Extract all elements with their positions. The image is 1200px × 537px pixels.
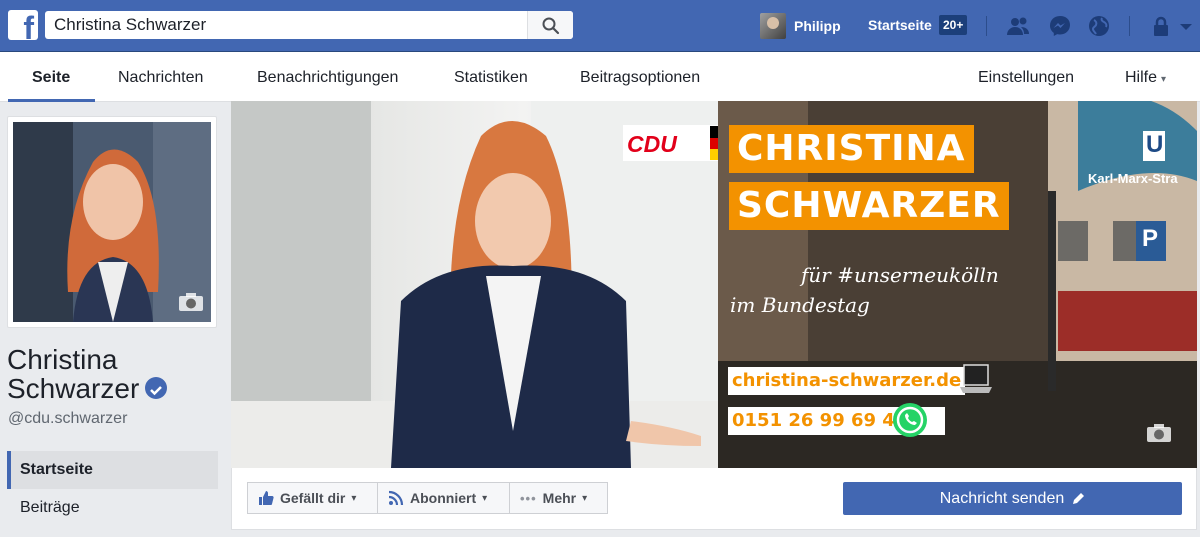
help-label: Hilfe [1125, 69, 1158, 86]
divider [986, 16, 987, 36]
chevron-down-icon: ▾ [582, 492, 588, 504]
whatsapp-icon [893, 403, 927, 437]
cdu-logo: CDU [623, 125, 719, 161]
tab-notifications[interactable]: Benachrichtigungen [257, 69, 398, 87]
more-button[interactable]: ••• Mehr ▾ [509, 482, 608, 514]
like-label: Gefällt dir [280, 490, 346, 506]
rss-icon [388, 490, 404, 506]
send-message-button[interactable]: Nachricht senden [843, 482, 1182, 515]
verified-badge-icon [145, 377, 168, 399]
cover-tagline-2: im Bundestag [730, 293, 870, 317]
page-action-bar: Gefällt dir ▾ Abonniert ▾ ••• Mehr ▾ Nac… [231, 468, 1197, 530]
tab-settings[interactable]: Einstellungen [978, 69, 1074, 87]
search-input[interactable] [45, 11, 525, 39]
home-notification-badge: 20+ [939, 15, 968, 35]
thumbs-up-icon [259, 491, 274, 505]
profile-picture[interactable] [7, 116, 217, 328]
more-dots-icon: ••• [520, 490, 537, 506]
page-title[interactable]: Christina Schwarzer [7, 344, 168, 404]
sidebar-item-home[interactable]: Startseite [7, 451, 218, 489]
chevron-down-icon: ▾ [1161, 74, 1167, 85]
page-title-line1: Christina [7, 344, 118, 375]
cdu-logo-text: CDU [627, 131, 677, 157]
facebook-logo-letter: f [23, 10, 34, 46]
like-button[interactable]: Gefällt dir ▾ [247, 482, 378, 514]
page-admin-nav: Seite Nachrichten Benachrichtigungen Sta… [0, 52, 1200, 102]
divider [1129, 16, 1130, 36]
user-profile-link[interactable]: Philipp [760, 12, 841, 40]
cover-photo[interactable]: CDU U Karl-Marx-Stra P CHRISTINA SCHWARZ… [231, 101, 1197, 468]
tab-page[interactable]: Seite [32, 69, 70, 87]
camera-icon[interactable] [1146, 423, 1172, 443]
laptop-icon [960, 364, 992, 393]
tab-insights[interactable]: Statistiken [454, 69, 528, 87]
friends-icon[interactable] [1006, 14, 1030, 38]
active-tab-indicator [8, 99, 95, 102]
chevron-down-icon: ▾ [351, 492, 357, 504]
chevron-down-icon[interactable] [1174, 14, 1198, 38]
facebook-logo[interactable]: f [8, 10, 38, 44]
u-bahn-sign: U [1146, 131, 1164, 158]
follow-button[interactable]: Abonniert ▾ [377, 482, 510, 514]
top-navigation-bar: f Philipp Startseite 20+ [0, 0, 1200, 52]
user-name: Philipp [794, 18, 841, 34]
cover-name-line2: SCHWARZER [729, 182, 1009, 230]
chevron-down-icon: ▾ [482, 492, 488, 504]
cover-name-line1: CHRISTINA [729, 125, 974, 173]
search-button[interactable] [527, 11, 573, 39]
search-box [45, 11, 573, 39]
messenger-icon[interactable] [1048, 14, 1072, 38]
send-message-label: Nachricht senden [939, 489, 1065, 507]
globe-icon[interactable] [1087, 14, 1111, 38]
tab-help[interactable]: Hilfe ▾ [1125, 69, 1166, 87]
follow-label: Abonniert [410, 490, 477, 506]
search-icon [542, 17, 560, 35]
tab-messages[interactable]: Nachrichten [118, 69, 203, 87]
camera-icon[interactable] [178, 292, 204, 312]
pencil-icon [1073, 492, 1085, 504]
home-link[interactable]: Startseite [868, 17, 932, 33]
station-sign: Karl-Marx-Stra [1088, 171, 1178, 186]
cover-tagline-1: für #unserneukölln [801, 263, 999, 287]
more-label: Mehr [542, 490, 577, 506]
german-flag-icon [710, 126, 718, 160]
user-avatar [760, 13, 786, 39]
parking-sign: P [1142, 225, 1159, 252]
profile-photo [13, 122, 211, 322]
page-title-line2: Schwarzer [7, 373, 140, 404]
cover-website: christina-schwarzer.de [728, 367, 966, 395]
page-username[interactable]: @cdu.schwarzer [8, 410, 127, 428]
tab-publishing-tools[interactable]: Beitragsoptionen [580, 69, 700, 87]
lock-icon[interactable] [1149, 14, 1173, 38]
sidebar-item-posts[interactable]: Beiträge [7, 489, 218, 527]
